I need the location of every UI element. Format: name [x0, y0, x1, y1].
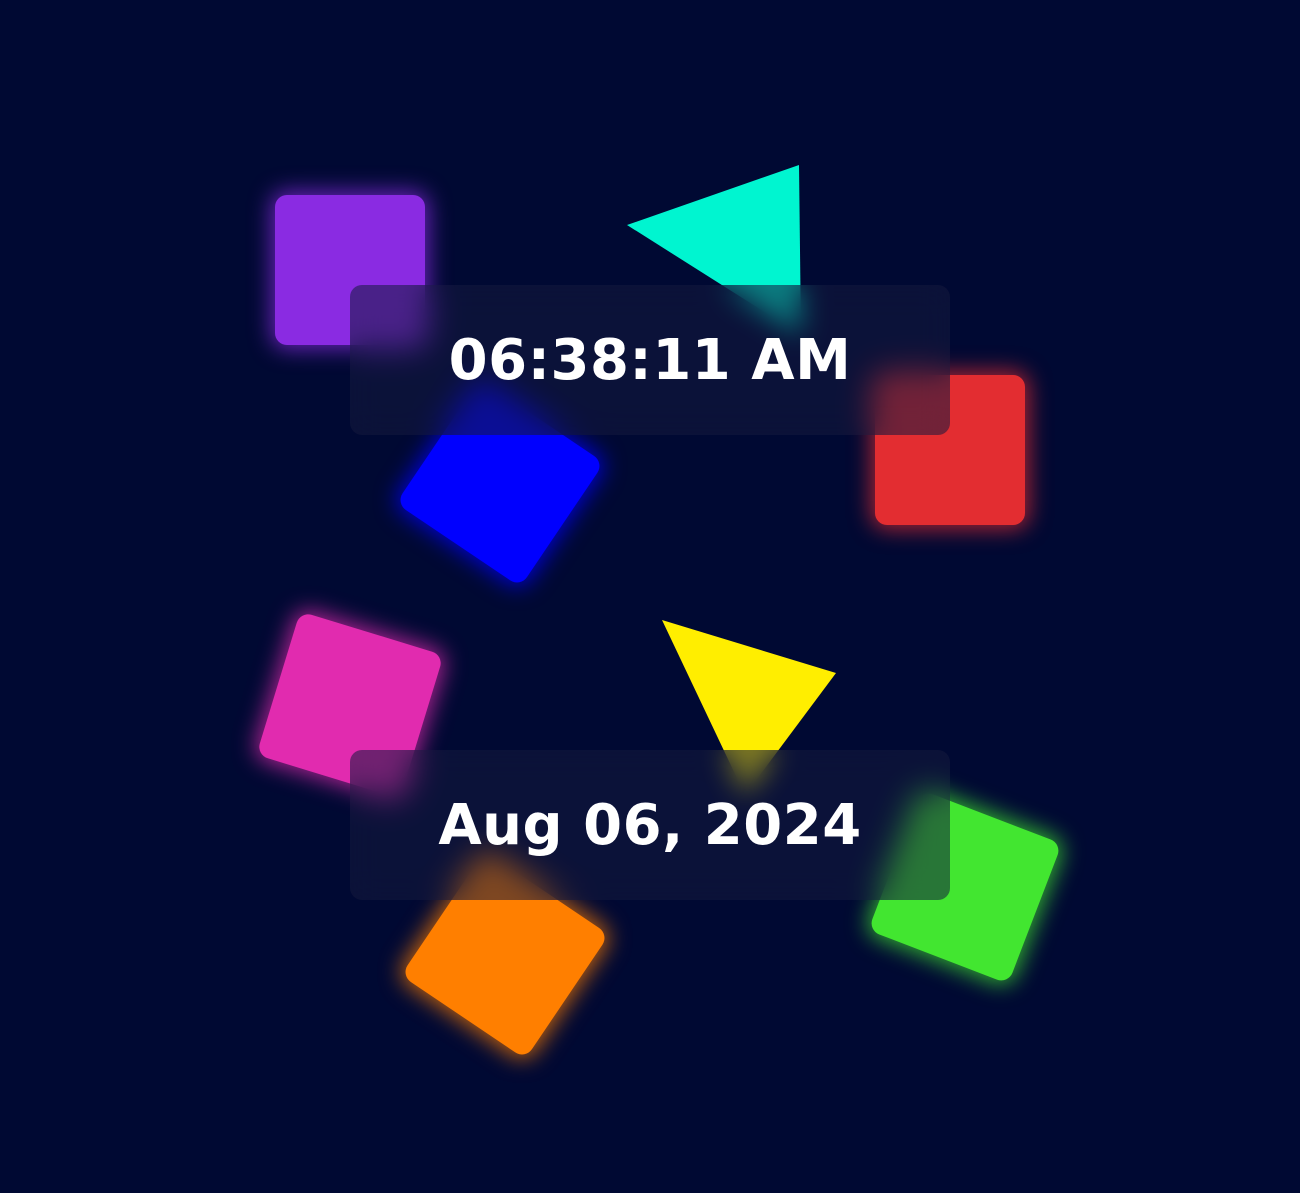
date-panel: Aug 06, 2024 [350, 750, 950, 900]
time-panel: 06:38:11 AM [350, 285, 950, 435]
date-display: Aug 06, 2024 [438, 792, 862, 858]
clock-stage: 06:38:11 AM Aug 06, 2024 [0, 0, 1300, 1193]
triangle-shapes [627, 165, 836, 795]
time-display: 06:38:11 AM [448, 327, 852, 393]
